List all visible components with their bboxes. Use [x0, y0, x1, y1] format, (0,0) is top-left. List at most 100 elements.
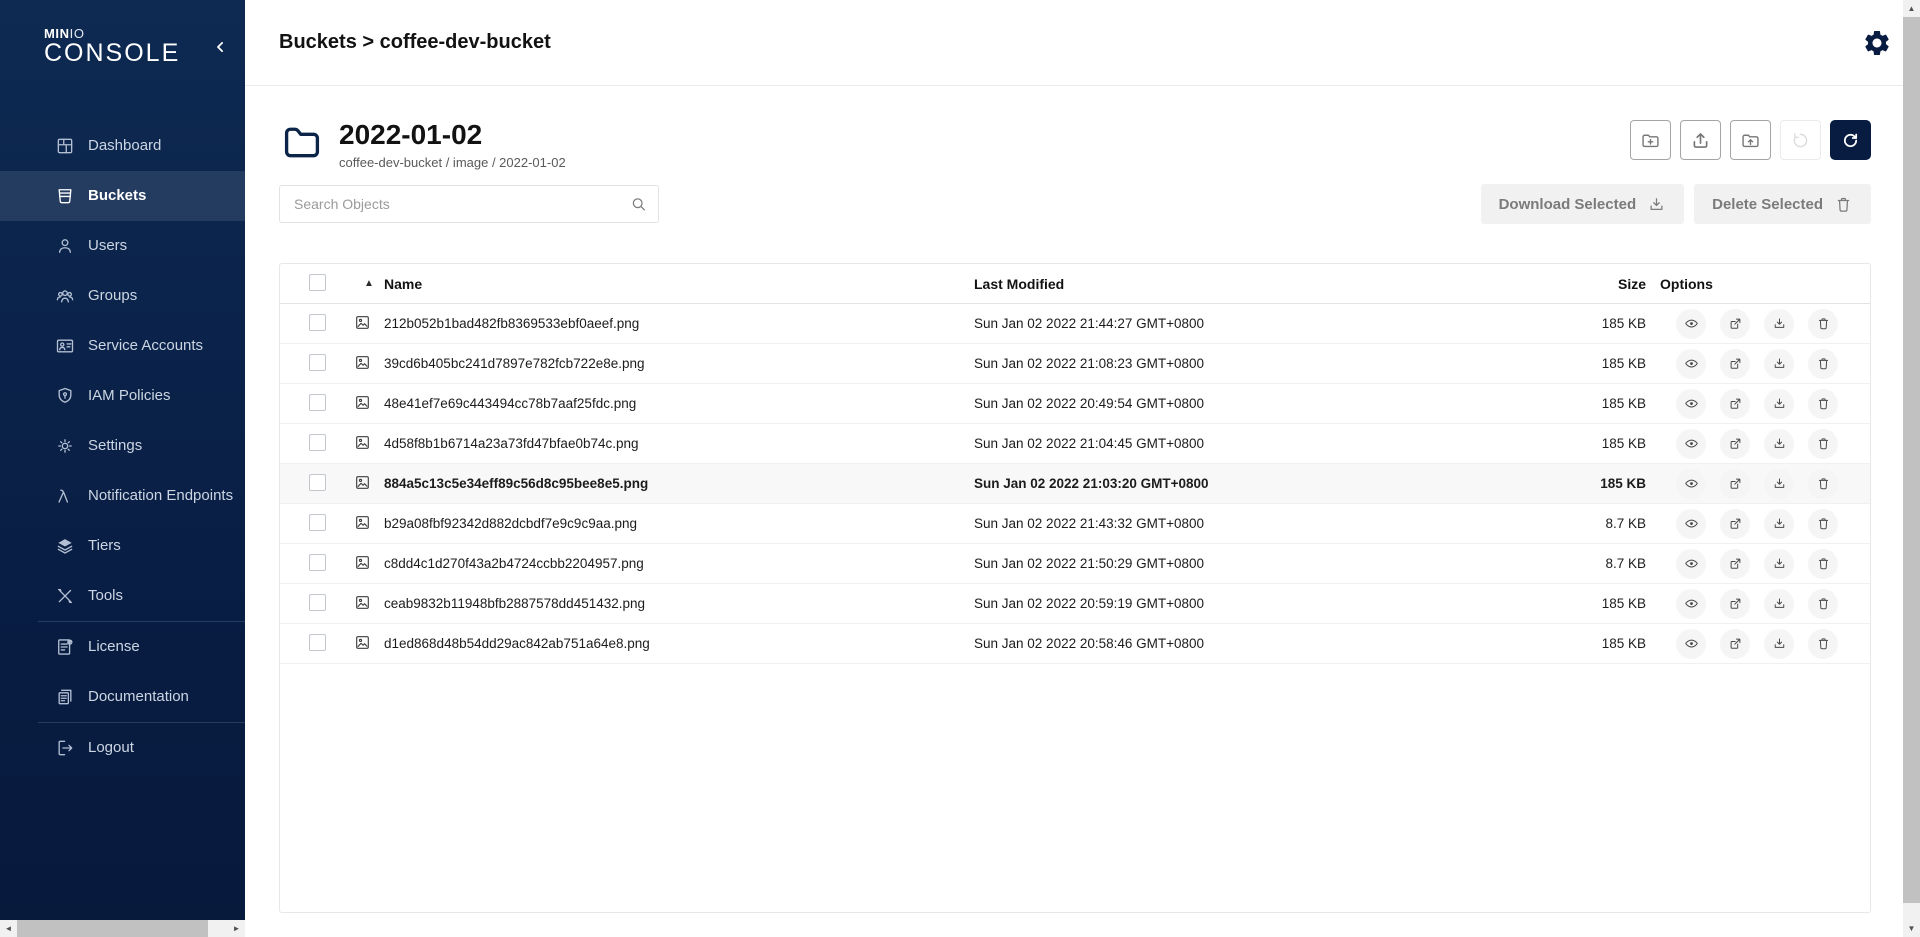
preview-button[interactable] [1676, 629, 1706, 659]
download-button[interactable] [1764, 549, 1794, 579]
share-button[interactable] [1720, 629, 1750, 659]
settings-gear-button[interactable] [1862, 27, 1894, 59]
sidebar-item-iam-policies[interactable]: IAM Policies [0, 371, 245, 421]
history-icon [1790, 130, 1811, 151]
scroll-down-arrow-icon[interactable]: ▼ [1903, 920, 1920, 937]
share-button[interactable] [1720, 589, 1750, 619]
object-last-modified: Sun Jan 02 2022 21:04:45 GMT+0800 [974, 436, 1546, 451]
sidebar-item-service-accounts[interactable]: Service Accounts [0, 321, 245, 371]
breadcrumb[interactable]: Buckets > coffee-dev-bucket [279, 31, 551, 54]
share-button[interactable] [1720, 469, 1750, 499]
sidebar-item-tiers[interactable]: Tiers [0, 521, 245, 571]
delete-button[interactable] [1808, 509, 1838, 539]
delete-button[interactable] [1808, 589, 1838, 619]
download-button[interactable] [1764, 389, 1794, 419]
scroll-up-arrow-icon[interactable]: ▲ [1903, 0, 1920, 17]
row-checkbox[interactable] [309, 314, 326, 331]
sidebar-item-users[interactable]: Users [0, 221, 245, 271]
eye-icon [1684, 516, 1699, 531]
sidebar-item-notification-endpoints[interactable]: Notification Endpoints [0, 471, 245, 521]
share-button[interactable] [1720, 389, 1750, 419]
sort-asc-icon[interactable]: ▲ [354, 279, 384, 289]
delete-button[interactable] [1808, 349, 1838, 379]
delete-selected-button[interactable]: Delete Selected [1694, 184, 1871, 224]
sidebar-collapse-button[interactable] [210, 36, 232, 58]
delete-button[interactable] [1808, 429, 1838, 459]
trash-icon [1834, 195, 1853, 214]
download-button[interactable] [1764, 469, 1794, 499]
table-row[interactable]: 212b052b1bad482fb8369533ebf0aeef.pngSun … [280, 304, 1870, 344]
object-name: 39cd6b405bc241d7897e782fcb722e8e.png [384, 356, 974, 371]
folder-upload-icon [1740, 130, 1761, 151]
search-input[interactable] [279, 185, 659, 223]
preview-button[interactable] [1676, 309, 1706, 339]
upload-file-button[interactable] [1680, 120, 1721, 160]
table-row[interactable]: 39cd6b405bc241d7897e782fcb722e8e.pngSun … [280, 344, 1870, 384]
delete-button[interactable] [1808, 629, 1838, 659]
download-tray-icon [1772, 516, 1787, 531]
table-row[interactable]: c8dd4c1d270f43a2b4724ccbb2204957.pngSun … [280, 544, 1870, 584]
object-path-breadcrumb[interactable]: coffee-dev-bucket / image / 2022-01-02 [339, 155, 566, 170]
sidebar-item-dashboard[interactable]: Dashboard [0, 121, 245, 171]
table-body: 212b052b1bad482fb8369533ebf0aeef.pngSun … [280, 304, 1870, 664]
refresh-button[interactable] [1830, 120, 1871, 160]
download-selected-button[interactable]: Download Selected [1481, 184, 1685, 224]
preview-button[interactable] [1676, 589, 1706, 619]
new-path-button[interactable] [1630, 120, 1671, 160]
column-header-name[interactable]: Name [384, 276, 974, 292]
sidebar-item-buckets[interactable]: Buckets [0, 171, 245, 221]
table-row[interactable]: d1ed868d48b54dd29ac842ab751a64e8.pngSun … [280, 624, 1870, 664]
sidebar-item-documentation[interactable]: Documentation [0, 672, 245, 722]
row-checkbox[interactable] [309, 514, 326, 531]
table-row[interactable]: ceab9832b11948bfb2887578dd451432.pngSun … [280, 584, 1870, 624]
preview-button[interactable] [1676, 509, 1706, 539]
preview-button[interactable] [1676, 389, 1706, 419]
download-button[interactable] [1764, 509, 1794, 539]
download-button[interactable] [1764, 629, 1794, 659]
vertical-scrollbar-thumb[interactable] [1903, 17, 1920, 903]
row-checkbox[interactable] [309, 394, 326, 411]
horizontal-scrollbar-thumb[interactable] [17, 920, 208, 937]
share-button[interactable] [1720, 349, 1750, 379]
scroll-left-arrow-icon[interactable]: ◄ [0, 920, 17, 937]
preview-button[interactable] [1676, 349, 1706, 379]
vertical-scrollbar[interactable]: ▲ ▼ [1903, 0, 1920, 937]
scroll-right-arrow-icon[interactable]: ► [228, 920, 245, 937]
delete-button[interactable] [1808, 549, 1838, 579]
share-button[interactable] [1720, 429, 1750, 459]
delete-button[interactable] [1808, 389, 1838, 419]
row-checkbox[interactable] [309, 554, 326, 571]
download-button[interactable] [1764, 349, 1794, 379]
table-row[interactable]: 884a5c13c5e34eff89c56d8c95bee8e5.pngSun … [280, 464, 1870, 504]
sidebar-item-license[interactable]: License [0, 622, 245, 672]
download-button[interactable] [1764, 589, 1794, 619]
sidebar-item-groups[interactable]: Groups [0, 271, 245, 321]
download-button[interactable] [1764, 429, 1794, 459]
sidebar-item-settings[interactable]: Settings [0, 421, 245, 471]
delete-button[interactable] [1808, 469, 1838, 499]
rewind-button[interactable] [1780, 120, 1821, 160]
delete-button[interactable] [1808, 309, 1838, 339]
table-row[interactable]: 48e41ef7e69c443494cc78b7aaf25fdc.pngSun … [280, 384, 1870, 424]
eye-icon [1684, 436, 1699, 451]
upload-folder-button[interactable] [1730, 120, 1771, 160]
preview-button[interactable] [1676, 429, 1706, 459]
preview-button[interactable] [1676, 469, 1706, 499]
download-button[interactable] [1764, 309, 1794, 339]
table-row[interactable]: 4d58f8b1b6714a23a73fd47bfae0b74c.pngSun … [280, 424, 1870, 464]
sidebar-horizontal-scrollbar[interactable]: ◄ ► [0, 920, 245, 937]
settings-icon [55, 436, 75, 456]
row-checkbox[interactable] [309, 634, 326, 651]
row-checkbox[interactable] [309, 594, 326, 611]
sidebar-item-tools[interactable]: Tools [0, 571, 245, 621]
table-row[interactable]: b29a08fbf92342d882dcbdf7e9c9c9aa.pngSun … [280, 504, 1870, 544]
sidebar-item-logout[interactable]: Logout [0, 723, 245, 773]
row-checkbox[interactable] [309, 474, 326, 491]
row-checkbox[interactable] [309, 354, 326, 371]
share-button[interactable] [1720, 309, 1750, 339]
share-button[interactable] [1720, 509, 1750, 539]
share-button[interactable] [1720, 549, 1750, 579]
select-all-checkbox[interactable] [309, 274, 326, 291]
preview-button[interactable] [1676, 549, 1706, 579]
row-checkbox[interactable] [309, 434, 326, 451]
